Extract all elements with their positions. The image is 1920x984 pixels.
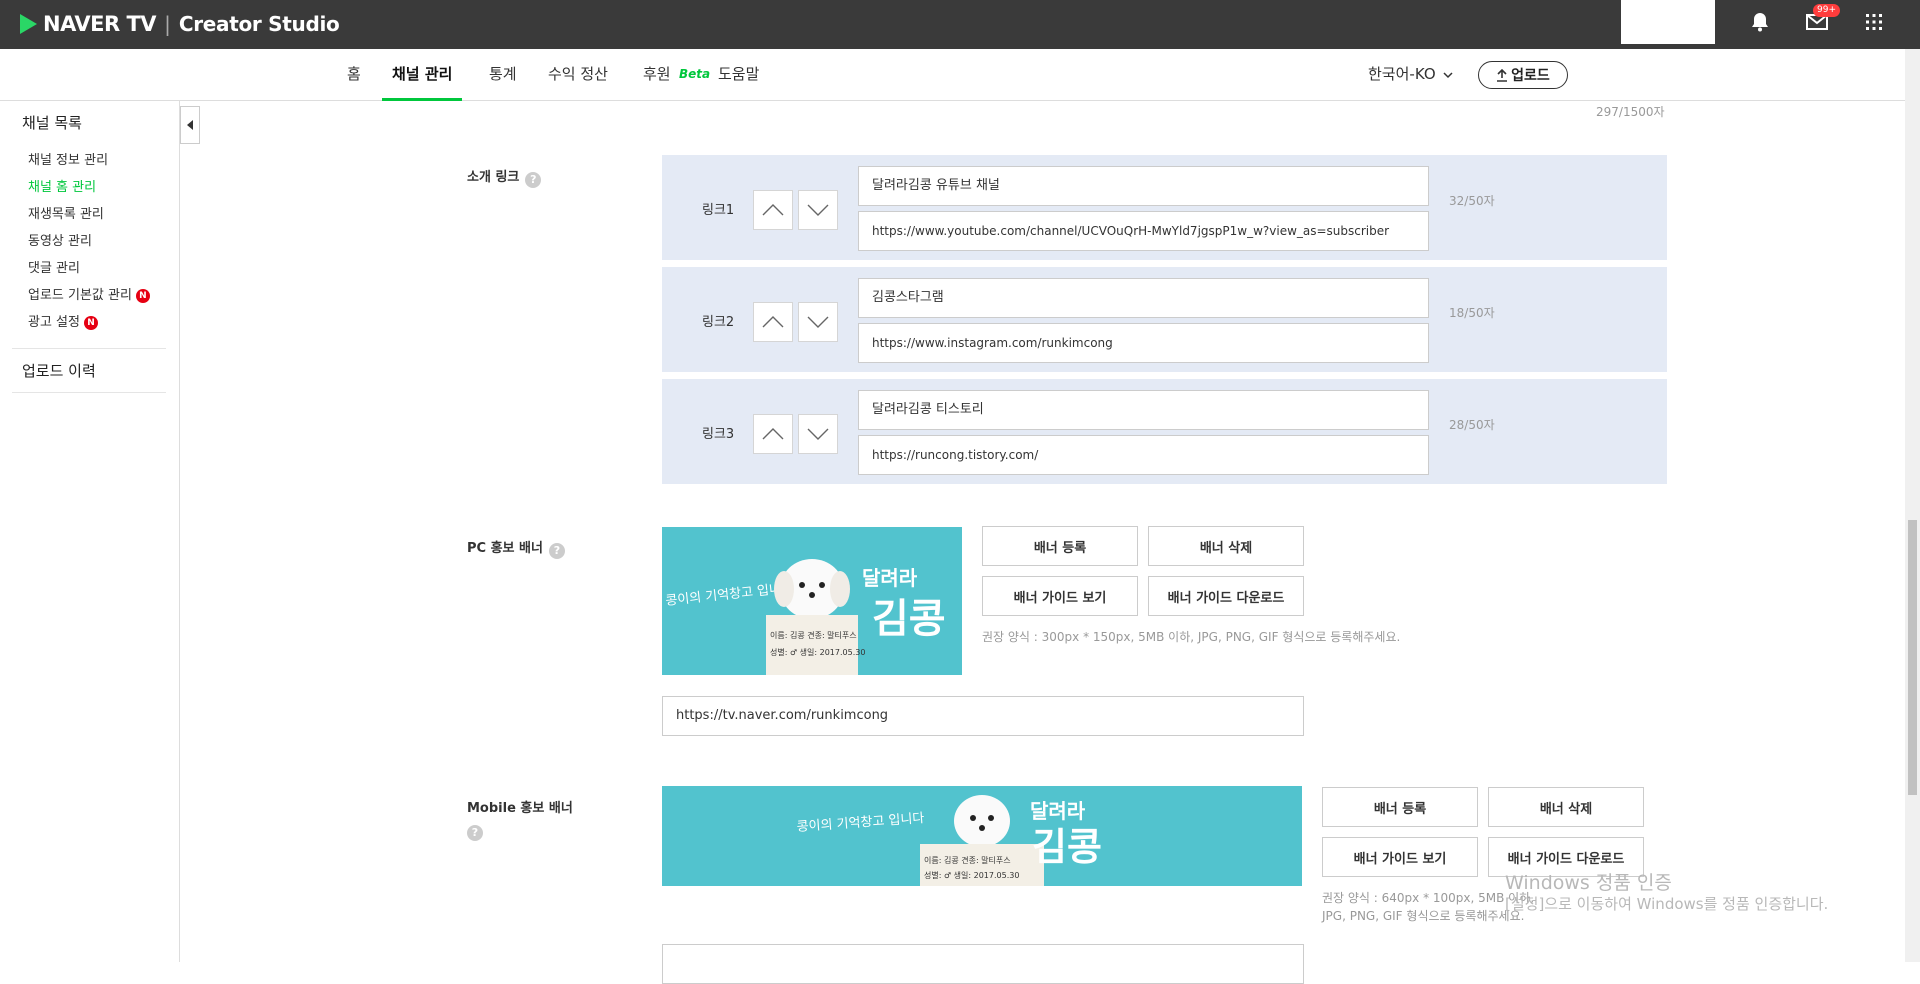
main-nav: 홈 채널 관리 통계 수익 정산 후원 Beta 도움말 한국어-KO 업로드 <box>0 49 1905 101</box>
help-icon[interactable]: ? <box>548 543 565 559</box>
pc-banner-url-input[interactable]: https://tv.naver.com/runkimcong <box>662 696 1304 736</box>
pc-banner-guide-view-button[interactable]: 배너 가이드 보기 <box>982 576 1138 616</box>
beta-badge: Beta <box>679 67 711 81</box>
upload-button[interactable]: 업로드 <box>1478 61 1568 89</box>
caret-left-icon <box>187 120 193 130</box>
link-char-count: 32/50자 <box>1449 194 1495 208</box>
sidebar-item-ad-settings[interactable]: 광고 설정 N <box>28 311 98 330</box>
help-icon[interactable]: ? <box>467 825 483 841</box>
link-char-count: 28/50자 <box>1449 418 1495 432</box>
link-url-input[interactable]: https://www.youtube.com/channel/UCVOuQrH… <box>858 211 1429 251</box>
intro-links-label: 소개 링크? <box>467 166 542 188</box>
banner-title-big: 김콩 <box>1032 825 1102 869</box>
sidebar-collapse-button[interactable] <box>180 106 200 144</box>
link-url-input[interactable]: https://runcong.tistory.com/ <box>858 435 1429 475</box>
link-title-input[interactable]: 달려라김콩 유튜브 채널 <box>858 166 1429 206</box>
pc-banner-delete-button[interactable]: 배너 삭제 <box>1148 526 1304 566</box>
pc-banner-label: PC 홍보 배너? <box>467 537 565 559</box>
link-label: 링크1 <box>702 203 735 218</box>
link-char-count: 18/50자 <box>1449 306 1495 320</box>
banner-sign-line2: 성별: ♂ 생일: 2017.05.30 <box>924 870 1019 880</box>
chevron-up-icon <box>762 204 784 216</box>
move-down-button[interactable] <box>798 414 838 454</box>
scrollbar-track[interactable] <box>1905 49 1920 962</box>
link-label: 링크3 <box>702 427 735 442</box>
tab-stats[interactable]: 통계 <box>489 49 517 101</box>
link-url-input[interactable]: https://www.instagram.com/runkimcong <box>858 323 1429 363</box>
top-bar: NAVER TV | Creator Studio 99+ <box>0 0 1920 49</box>
chevron-down-icon <box>807 428 829 440</box>
profile-area[interactable] <box>1621 0 1715 44</box>
pc-banner-note: 권장 양식 : 300px * 150px, 5MB 이하, JPG, PNG,… <box>982 630 1401 644</box>
move-up-button[interactable] <box>753 302 793 342</box>
sidebar-item-playlist[interactable]: 재생목록 관리 <box>28 203 104 222</box>
mobile-banner-register-button[interactable]: 배너 등록 <box>1322 787 1478 827</box>
mobile-banner-guide-view-button[interactable]: 배너 가이드 보기 <box>1322 837 1478 877</box>
sidebar-item-upload-history[interactable]: 업로드 이력 <box>22 360 96 381</box>
description-char-count: 297/1500자 <box>1596 105 1665 119</box>
move-down-button[interactable] <box>798 190 838 230</box>
sidebar-item-comments[interactable]: 댓글 관리 <box>28 257 80 276</box>
tab-help[interactable]: 도움말 <box>718 49 759 101</box>
bell-icon[interactable] <box>1740 0 1780 44</box>
banner-sign-line1: 이름: 김콩 견종: 말티푸스 <box>770 630 857 640</box>
apps-grid-icon[interactable] <box>1854 0 1894 44</box>
channel-list-heading[interactable]: 채널 목록 <box>22 112 82 133</box>
pc-banner-register-button[interactable]: 배너 등록 <box>982 526 1138 566</box>
banner-sign-line1: 이름: 김콩 견종: 말티푸스 <box>924 855 1011 865</box>
sidebar: 채널 목록 채널 정보 관리 채널 홈 관리 재생목록 관리 동영상 관리 댓글… <box>0 101 180 962</box>
banner-title-small: 달려라 <box>1030 799 1086 823</box>
mobile-banner-delete-button[interactable]: 배너 삭제 <box>1488 787 1644 827</box>
tab-channel-manage[interactable]: 채널 관리 <box>382 49 463 101</box>
link-label: 링크2 <box>702 315 735 330</box>
tab-home[interactable]: 홈 <box>347 49 361 101</box>
divider <box>12 392 166 393</box>
sidebar-item-channel-home[interactable]: 채널 홈 관리 <box>28 176 96 195</box>
sidebar-item-channel-info[interactable]: 채널 정보 관리 <box>28 149 108 168</box>
mobile-banner-image: 콩이의 기억창고 입니다 이름: 김콩 견종: 말티푸스 성별: ♂ 생일: 2… <box>662 786 1302 886</box>
move-up-button[interactable] <box>753 190 793 230</box>
link-row: 링크3 달려라김콩 티스토리 https://runcong.tistory.c… <box>662 379 1667 484</box>
mobile-banner-note: 권장 양식 : 640px * 100px, 5MB 이하, JPG, PNG,… <box>1322 891 1535 923</box>
upload-icon <box>1497 68 1508 82</box>
chevron-up-icon <box>762 428 784 440</box>
move-down-button[interactable] <box>798 302 838 342</box>
link-title-input[interactable]: 김콩스타그램 <box>858 278 1429 318</box>
divider <box>12 348 166 349</box>
chevron-down-icon <box>807 316 829 328</box>
help-icon[interactable]: ? <box>525 172 542 188</box>
mail-count-badge: 99+ <box>1813 4 1840 17</box>
chevron-up-icon <box>762 316 784 328</box>
windows-activation-watermark: Windows 정품 인증 <box>1505 872 1672 894</box>
language-select[interactable]: 한국어-KO <box>1368 49 1453 101</box>
scrollbar-thumb[interactable] <box>1908 520 1917 795</box>
new-badge: N <box>135 289 150 303</box>
naver-tv-logo[interactable]: NAVER TV | Creator Studio <box>20 9 340 39</box>
play-logo-icon <box>20 14 37 34</box>
windows-activation-watermark-subtext: [설정]으로 이동하여 Windows를 정품 인증합니다. <box>1505 895 1829 913</box>
tab-revenue[interactable]: 수익 정산 <box>548 49 608 101</box>
link-row: 링크1 달려라김콩 유튜브 채널 https://www.youtube.com… <box>662 155 1667 260</box>
pc-banner-image: 콩이의 기억창고 입니다 이름: 김콩 견종: 말티푸스 성별: ♂ 생일: 2… <box>662 527 962 675</box>
mobile-banner-label: Mobile 홍보 배너? <box>467 801 573 841</box>
chevron-down-icon <box>807 204 829 216</box>
banner-title-big: 김콩 <box>872 596 946 642</box>
banner-title-small: 달려라 <box>862 566 918 590</box>
chevron-down-icon <box>1443 72 1453 79</box>
pc-banner-guide-download-button[interactable]: 배너 가이드 다운로드 <box>1148 576 1304 616</box>
banner-sign-line2: 성별: ♂ 생일: 2017.05.30 <box>770 647 865 657</box>
link-title-input[interactable]: 달려라김콩 티스토리 <box>858 390 1429 430</box>
mobile-banner-url-input[interactable] <box>662 944 1304 984</box>
new-badge: N <box>83 316 98 330</box>
move-up-button[interactable] <box>753 414 793 454</box>
sidebar-item-upload-defaults[interactable]: 업로드 기본값 관리 N <box>28 284 150 303</box>
link-row: 링크2 김콩스타그램 https://www.instagram.com/run… <box>662 267 1667 372</box>
sidebar-item-videos[interactable]: 동영상 관리 <box>28 230 92 249</box>
tab-sponsor[interactable]: 후원 <box>643 49 671 101</box>
